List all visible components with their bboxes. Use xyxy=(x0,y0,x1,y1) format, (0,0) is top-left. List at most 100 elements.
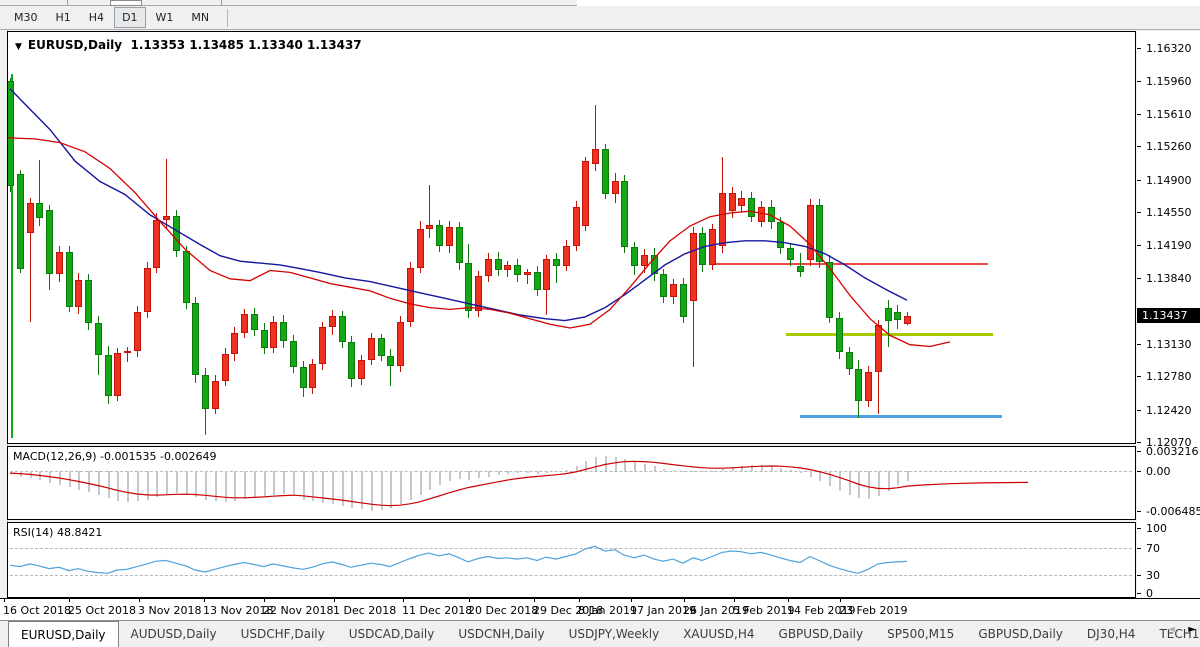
chart-tab-usdcnh-daily[interactable]: USDCNH,Daily xyxy=(446,621,556,647)
rsi-level-line xyxy=(10,548,1132,549)
timeframe-button-mn[interactable]: MN xyxy=(183,7,217,28)
chart-dropdown-icon[interactable]: ▼ xyxy=(15,42,22,52)
date-axis-tick xyxy=(534,599,535,602)
chart-ohlc-values: 1.13353 1.13485 1.13340 1.13437 xyxy=(130,38,361,52)
macd-histogram-bar xyxy=(722,469,724,471)
candle xyxy=(836,318,843,352)
macd-histogram-bar xyxy=(381,471,383,510)
candle xyxy=(738,198,745,205)
price-axis[interactable]: 1.163201.159601.156101.152601.149001.145… xyxy=(1137,31,1200,598)
timeframe-button-h1[interactable]: H1 xyxy=(48,7,79,28)
candle xyxy=(670,284,677,296)
macd-axis-label: 0.003216 xyxy=(1146,445,1199,458)
macd-histogram-bar xyxy=(878,471,880,496)
horizontal-line-object[interactable] xyxy=(800,415,1002,418)
macd-histogram-bar xyxy=(293,471,295,495)
candle xyxy=(826,262,833,318)
candle xyxy=(66,252,73,307)
candle xyxy=(534,272,541,290)
candle xyxy=(280,322,287,341)
price-axis-label: 1.15610 xyxy=(1146,108,1192,121)
macd-histogram-bar xyxy=(283,471,285,494)
timeframe-button-w1[interactable]: W1 xyxy=(148,7,182,28)
timeframe-button-h4[interactable]: H4 xyxy=(81,7,112,28)
candle xyxy=(27,203,34,234)
macd-histogram-bar xyxy=(771,466,773,471)
chart-tab-usdcad-daily[interactable]: USDCAD,Daily xyxy=(337,621,447,647)
price-axis-tick xyxy=(1137,410,1141,411)
macd-histogram-bar xyxy=(868,471,870,499)
price-axis-tick xyxy=(1137,48,1141,49)
rsi-axis-tick xyxy=(1137,593,1141,594)
macd-histogram-bar xyxy=(273,471,275,495)
macd-histogram-bar xyxy=(98,471,100,495)
rsi-indicator-pane[interactable]: RSI(14) 48.8421 xyxy=(7,522,1136,598)
macd-histogram-bar xyxy=(361,471,363,509)
macd-histogram-bar xyxy=(351,471,353,508)
chart-tab-gbpusd-daily[interactable]: GBPUSD,Daily xyxy=(966,621,1075,647)
horizontal-line-object[interactable] xyxy=(786,333,993,336)
candle xyxy=(426,225,433,229)
candle xyxy=(465,263,472,311)
chart-tab-dj30-h4[interactable]: DJ30,H4 xyxy=(1075,621,1148,647)
candle xyxy=(894,312,901,319)
candle xyxy=(660,274,667,296)
candle xyxy=(543,259,550,290)
price-axis-tick xyxy=(1137,442,1141,443)
price-axis-label: 1.13130 xyxy=(1146,338,1192,351)
macd-indicator-pane[interactable]: MACD(12,26,9) -0.001535 -0.002649 xyxy=(7,446,1136,520)
tab-scroll-right-icon[interactable]: ► xyxy=(1188,624,1196,635)
price-axis-label: 1.12420 xyxy=(1146,404,1192,417)
candle xyxy=(153,220,160,268)
chart-tab-sp500-m15[interactable]: SP500,M15 xyxy=(875,621,966,647)
price-axis-label: 1.14900 xyxy=(1146,174,1192,187)
macd-histogram-bar xyxy=(459,471,461,479)
chart-title: ▼EURUSD,Daily 1.13353 1.13485 1.13340 1.… xyxy=(15,38,362,52)
rsi-label: RSI(14) 48.8421 xyxy=(13,526,102,539)
candle xyxy=(787,248,794,260)
candle xyxy=(329,316,336,327)
macd-histogram-bar xyxy=(312,471,314,501)
price-axis-tick xyxy=(1137,278,1141,279)
candle xyxy=(690,233,697,302)
macd-histogram-bar xyxy=(839,471,841,491)
candle xyxy=(241,314,248,333)
chart-tab-eurusd-daily[interactable]: EURUSD,Daily xyxy=(8,621,119,647)
macd-histogram-bar xyxy=(858,471,860,498)
timeframe-button-d1[interactable]: D1 xyxy=(114,7,145,28)
horizontal-line-object[interactable] xyxy=(712,263,988,265)
chart-tab-usdchf-daily[interactable]: USDCHF,Daily xyxy=(229,621,337,647)
macd-axis-tick xyxy=(1137,511,1141,512)
chart-tab-audusd-daily[interactable]: AUDUSD,Daily xyxy=(119,621,229,647)
candle xyxy=(270,322,277,348)
macd-histogram-bar xyxy=(605,456,607,471)
tab-scroll-arrows: ◄ ► xyxy=(1157,624,1196,635)
macd-histogram-bar xyxy=(254,471,256,497)
candle xyxy=(456,227,463,263)
chart-tab-usdjpy-weekly[interactable]: USDJPY,Weekly xyxy=(557,621,672,647)
chart-tab-xauusd-h4[interactable]: XAUUSD,H4 xyxy=(671,621,766,647)
macd-histogram-bar xyxy=(741,466,743,471)
chart-tab-gbpusd-daily[interactable]: GBPUSD,Daily xyxy=(767,621,876,647)
candle-wick xyxy=(527,269,528,284)
macd-histogram-bar xyxy=(810,471,812,477)
candle xyxy=(7,81,14,186)
macd-histogram-bar xyxy=(576,466,578,471)
date-axis-tick xyxy=(69,599,70,602)
macd-histogram-bar xyxy=(322,471,324,503)
price-axis-label: 1.14550 xyxy=(1146,206,1192,219)
macd-histogram-bar xyxy=(556,471,558,472)
candle xyxy=(368,338,375,359)
macd-histogram-bar xyxy=(88,471,90,492)
candle xyxy=(339,316,346,342)
date-axis-tick xyxy=(579,599,580,602)
date-axis-tick xyxy=(4,599,5,602)
main-chart-pane[interactable]: ▼EURUSD,Daily 1.13353 1.13485 1.13340 1.… xyxy=(7,31,1136,444)
candle xyxy=(748,198,755,217)
date-axis-tick xyxy=(334,599,335,602)
macd-histogram-bar xyxy=(59,471,61,485)
tab-scroll-left-icon[interactable]: ◄ xyxy=(1167,624,1175,635)
date-axis[interactable]: 16 Oct 201825 Oct 20183 Nov 201813 Nov 2… xyxy=(0,598,1200,621)
timeframe-button-m30[interactable]: M30 xyxy=(6,7,46,28)
candle xyxy=(46,210,53,274)
